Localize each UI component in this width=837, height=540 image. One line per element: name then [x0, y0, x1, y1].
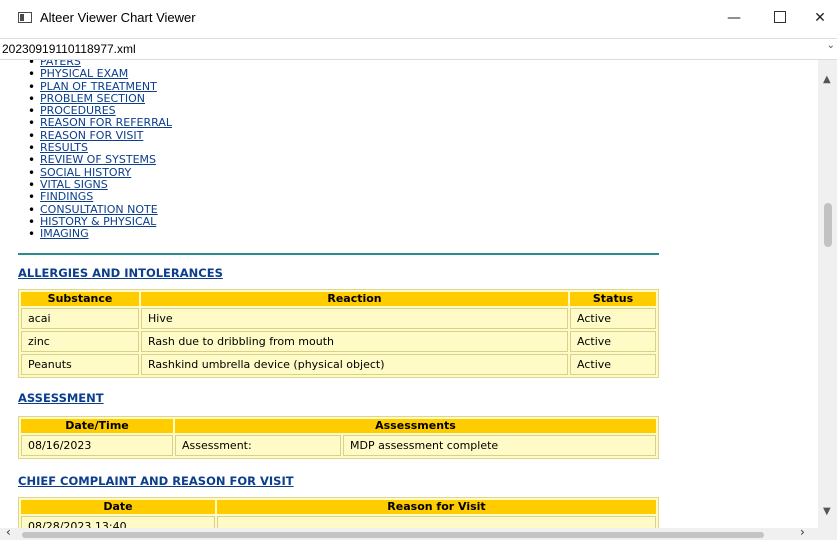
toc-link[interactable]: PROCEDURES — [40, 104, 116, 117]
cell-reason — [217, 516, 656, 528]
chief-complaint-table: Date Reason for Visit 08/28/2023 13:40 — [18, 497, 659, 528]
allergies-heading[interactable]: ALLERGIES AND INTOLERANCES — [18, 266, 223, 280]
column-header-assessments: Assessments — [175, 419, 656, 433]
toc-link[interactable]: PHYSICAL EXAM — [40, 67, 128, 80]
scrollbar-corner — [818, 528, 837, 540]
column-header-datetime: Date/Time — [21, 419, 173, 433]
document-view[interactable]: PAYERS PHYSICAL EXAM PLAN OF TREATMENT P… — [0, 60, 818, 528]
toc-link[interactable]: REASON FOR REFERRAL — [40, 116, 172, 129]
horizontal-scrollbar[interactable]: ‹ › — [0, 525, 818, 540]
maximize-icon — [774, 11, 786, 23]
column-header-status: Status — [570, 292, 656, 306]
cell-status: Active — [570, 308, 656, 329]
scroll-up-icon[interactable]: ▲ — [823, 74, 831, 85]
toc-link[interactable]: REASON FOR VISIT — [40, 129, 143, 142]
cell-reaction: Hive — [141, 308, 568, 329]
table-row: zinc Rash due to dribbling from mouth Ac… — [21, 331, 656, 352]
cell-reaction: Rash due to dribbling from mouth — [141, 331, 568, 352]
toc-link[interactable]: IMAGING — [40, 227, 89, 240]
cell-assessment-value: MDP assessment complete — [343, 435, 656, 456]
cell-substance: zinc — [21, 331, 139, 352]
chief-complaint-heading[interactable]: CHIEF COMPLAINT AND REASON FOR VISIT — [18, 474, 294, 488]
file-selector[interactable]: 20230919110118977.xml ⌄ — [0, 38, 837, 60]
window-title: Alteer Viewer Chart Viewer — [40, 10, 196, 25]
toc-link[interactable]: PLAN OF TREATMENT — [40, 80, 157, 93]
cell-status: Active — [570, 354, 656, 375]
column-header-date: Date — [21, 500, 215, 514]
column-header-substance: Substance — [21, 292, 139, 306]
assessment-heading[interactable]: ASSESSMENT — [18, 391, 104, 405]
toc-link[interactable]: RESULTS — [40, 141, 88, 154]
toc-item[interactable]: IMAGING — [28, 227, 172, 241]
chevron-down-icon[interactable]: ⌄ — [827, 40, 835, 51]
section-divider — [18, 253, 659, 255]
horizontal-scroll-thumb[interactable] — [22, 532, 764, 538]
cell-substance: acai — [21, 308, 139, 329]
cell-substance: Peanuts — [21, 354, 139, 375]
cell-date: 08/28/2023 13:40 — [21, 516, 215, 528]
column-header-reaction: Reaction — [141, 292, 568, 306]
toc-link[interactable]: PROBLEM SECTION — [40, 92, 145, 105]
cell-status: Active — [570, 331, 656, 352]
cell-assessment-label: Assessment: — [175, 435, 341, 456]
file-name: 20230919110118977.xml — [2, 42, 136, 56]
vertical-scrollbar[interactable]: ▲ ▼ — [818, 60, 837, 528]
assessment-table: Date/Time Assessments 08/16/2023 Assessm… — [18, 416, 659, 459]
minimize-button[interactable]: — — [711, 0, 757, 38]
scroll-left-icon[interactable]: ‹ — [6, 525, 11, 539]
vertical-scroll-thumb[interactable] — [824, 203, 832, 247]
toc-link[interactable]: HISTORY & PHYSICAL — [40, 215, 156, 228]
column-header-reason: Reason for Visit — [217, 500, 656, 514]
toc-link[interactable]: VITAL SIGNS — [40, 178, 108, 191]
toc-link[interactable]: REVIEW OF SYSTEMS — [40, 153, 156, 166]
app-icon — [18, 12, 32, 23]
section-index: PAYERS PHYSICAL EXAM PLAN OF TREATMENT P… — [28, 60, 172, 241]
allergies-table: Substance Reaction Status acai Hive Acti… — [18, 289, 659, 378]
toc-link[interactable]: CONSULTATION NOTE — [40, 203, 158, 216]
toc-link[interactable]: FINDINGS — [40, 190, 93, 203]
table-row: Peanuts Rashkind umbrella device (physic… — [21, 354, 656, 375]
table-row: 08/16/2023 Assessment: MDP assessment co… — [21, 435, 656, 456]
scroll-right-icon[interactable]: › — [800, 525, 805, 539]
title-bar[interactable]: Alteer Viewer Chart Viewer — ✕ — [0, 0, 837, 38]
cell-reaction: Rashkind umbrella device (physical objec… — [141, 354, 568, 375]
close-button[interactable]: ✕ — [797, 0, 837, 38]
table-row: acai Hive Active — [21, 308, 656, 329]
toc-link[interactable]: SOCIAL HISTORY — [40, 166, 131, 179]
table-row: 08/28/2023 13:40 — [21, 516, 656, 528]
cell-datetime: 08/16/2023 — [21, 435, 173, 456]
scroll-down-icon[interactable]: ▼ — [823, 506, 831, 517]
